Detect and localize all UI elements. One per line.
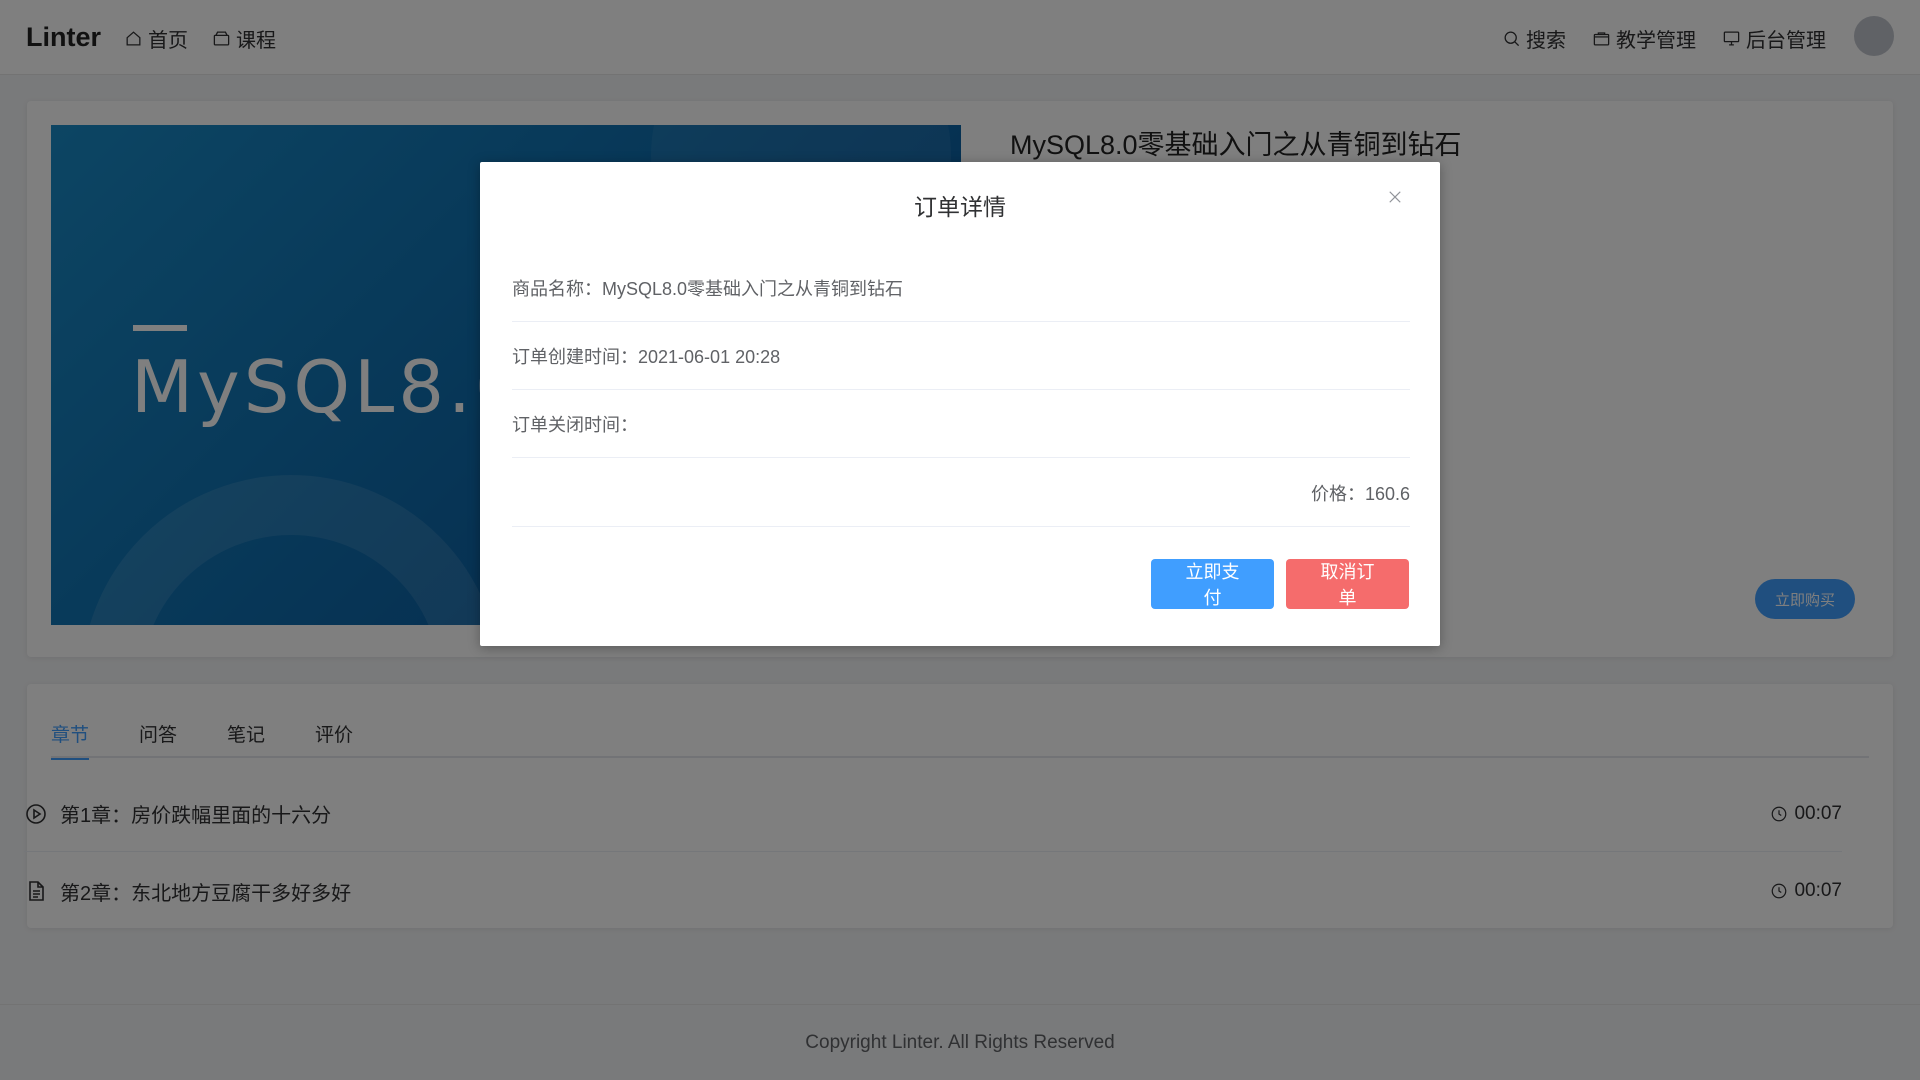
cancel-order-button[interactable]: 取消订单: [1286, 559, 1409, 609]
dialog-actions: 立即支付 取消订单: [1151, 559, 1409, 609]
dialog-title: 订单详情: [914, 194, 1006, 220]
close-icon[interactable]: [1386, 188, 1404, 206]
order-detail-dialog: 订单详情 商品名称：MySQL8.0零基础入门之从青铜到钻石 订单创建时间：20…: [480, 162, 1440, 646]
order-created-time: 订单创建时间：2021-06-01 20:28: [512, 322, 1410, 390]
order-closed-time: 订单关闭时间：: [512, 390, 1410, 458]
order-price: 价格：160.6: [512, 459, 1410, 527]
order-product-name: 商品名称：MySQL8.0零基础入门之从青铜到钻石: [512, 254, 1410, 322]
pay-now-button[interactable]: 立即支付: [1151, 559, 1274, 609]
